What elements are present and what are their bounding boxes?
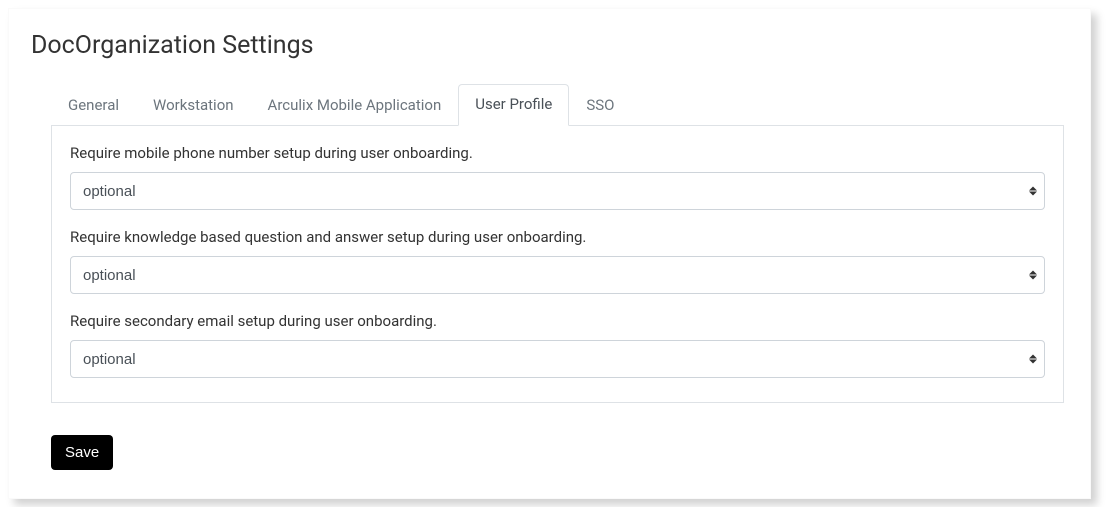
- field-label-secondary-email: Require secondary email setup during use…: [70, 312, 1045, 330]
- tab-user-profile[interactable]: User Profile: [458, 84, 569, 126]
- select-mobile-phone[interactable]: optional: [70, 172, 1045, 210]
- select-secondary-email[interactable]: optional: [70, 340, 1045, 378]
- select-wrap: optional: [70, 340, 1045, 378]
- field-mobile-phone: Require mobile phone number setup during…: [70, 144, 1045, 210]
- field-label-kb-question: Require knowledge based question and ans…: [70, 228, 1045, 246]
- field-secondary-email: Require secondary email setup during use…: [70, 312, 1045, 378]
- settings-panel: DocOrganization Settings General Worksta…: [8, 8, 1091, 499]
- tab-workstation[interactable]: Workstation: [136, 85, 251, 126]
- tab-content-user-profile: Require mobile phone number setup during…: [51, 126, 1064, 403]
- tab-sso[interactable]: SSO: [569, 85, 631, 126]
- save-button[interactable]: Save: [51, 435, 113, 470]
- page-title: DocOrganization Settings: [31, 31, 1068, 60]
- tabs: General Workstation Arculix Mobile Appli…: [51, 84, 1064, 126]
- field-label-mobile-phone: Require mobile phone number setup during…: [70, 144, 1045, 162]
- select-value: optional: [83, 351, 136, 368]
- select-value: optional: [83, 267, 136, 284]
- select-value: optional: [83, 183, 136, 200]
- tab-general[interactable]: General: [51, 85, 136, 126]
- field-kb-question: Require knowledge based question and ans…: [70, 228, 1045, 294]
- tab-arculix-mobile[interactable]: Arculix Mobile Application: [251, 85, 459, 126]
- select-kb-question[interactable]: optional: [70, 256, 1045, 294]
- select-wrap: optional: [70, 172, 1045, 210]
- select-wrap: optional: [70, 256, 1045, 294]
- tabs-container: General Workstation Arculix Mobile Appli…: [51, 84, 1064, 403]
